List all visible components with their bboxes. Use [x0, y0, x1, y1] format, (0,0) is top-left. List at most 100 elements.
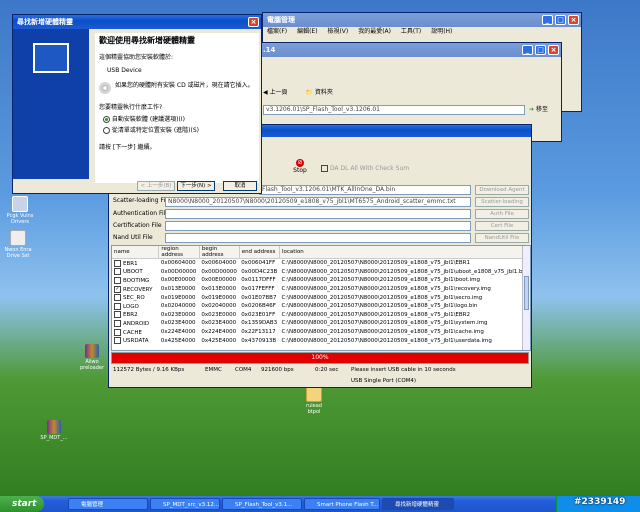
region-address: 0x00D00000	[160, 268, 197, 275]
partition-name: SEC_RO	[123, 295, 145, 302]
option-manual-install[interactable]: 從清單或特定位置安裝 (進階)(S)	[103, 125, 251, 134]
download-agent-field[interactable]: Flash_Tool_v3.1206.01\MTK_AllInOne_DA.bi…	[259, 185, 471, 195]
option-auto-install[interactable]: 自動安裝軟體 (建議選項)(I)	[103, 114, 251, 123]
region-address: 0x023E0000	[160, 311, 196, 318]
checkbox-icon	[321, 165, 328, 172]
checkbox-icon[interactable]	[114, 294, 121, 302]
checkbox-icon[interactable]	[114, 268, 121, 276]
scatter-loading-button[interactable]: Scatter-loading	[475, 197, 529, 207]
checkbox-icon[interactable]	[114, 328, 121, 336]
desktop-icon-5[interactable]: rulead btpol	[294, 386, 334, 415]
minimize-button[interactable]: _	[542, 15, 553, 25]
location: C:\N8000\N8000_20120507\N8000\20120509_e…	[281, 320, 488, 327]
checkbox-icon[interactable]	[114, 259, 121, 267]
table-row[interactable]: EBR1 0x00604000 0x00604000 0x006041FF C:\N80…	[112, 259, 530, 268]
desktop-icon-4[interactable]: SP_MDT_...	[34, 420, 74, 441]
region-address: 0x425E4000	[160, 337, 196, 344]
auth-file-button[interactable]: Auth File	[475, 209, 529, 219]
table-row[interactable]: USRDATA 0x425E4000 0x425E4000 0x4370913B C:\…	[112, 336, 530, 345]
scroll-thumb[interactable]	[524, 276, 529, 310]
close-button[interactable]: ×	[248, 17, 259, 27]
cert-field[interactable]	[165, 221, 471, 231]
address-bar[interactable]: v3.1206.01\SP_Flash_Tool_v3.1206.01	[263, 105, 525, 115]
auth-field[interactable]	[165, 209, 471, 219]
table-row[interactable]: EBR2 0x023E0000 0x023E0000 0x023E01FF C:\N80…	[112, 311, 530, 320]
table-row[interactable]: ✓ RECOVERY 0x013E0000 0x013E0000 0x017FEFFF C…	[112, 285, 530, 294]
menu-favorites[interactable]: 我的最愛(A)	[358, 28, 391, 35]
location: C:\N8000\N8000_20120507\N8000\20120509_e…	[281, 260, 470, 267]
radio-selected-icon[interactable]	[103, 116, 110, 123]
col-begin[interactable]: begin address	[199, 246, 240, 259]
taskbar-item-sp-mdt[interactable]: SP_MDT_src_v3.12...	[150, 498, 220, 510]
table-row[interactable]: ANDROID 0x023E4000 0x023E4000 0x1359DAB3 C:\…	[112, 319, 530, 328]
nand-field[interactable]	[165, 233, 471, 243]
menu-help[interactable]: 說明(H)	[431, 28, 452, 35]
menu-view[interactable]: 檢視(V)	[327, 28, 348, 35]
col-name[interactable]: name	[112, 246, 160, 259]
back-button[interactable]: < 上一步(B)	[137, 181, 175, 191]
go-button[interactable]: ➔ 移至	[529, 105, 548, 115]
nand-label: Nand Util File	[113, 234, 153, 241]
folders-button[interactable]: 📁 資料夾	[305, 89, 340, 96]
partition-name: ANDROID	[123, 320, 150, 327]
cancel-button[interactable]: 取消	[223, 181, 257, 191]
vertical-scrollbar[interactable]	[522, 246, 530, 350]
next-button[interactable]: 下一步(N) >	[177, 181, 215, 191]
begin-address: 0x224E4000	[201, 329, 237, 336]
checkbox-icon[interactable]	[114, 337, 121, 345]
stop-button[interactable]: ⊘ Stop	[289, 159, 311, 174]
menu-tools[interactable]: 工具(T)	[401, 28, 421, 35]
taskbar-item-flash-tool[interactable]: Smart Phone Flash T...	[304, 498, 380, 510]
location: C:\N8000\N8000_20120507\N8000\20120509_e…	[281, 311, 470, 318]
begin-address: 0x02040000	[201, 303, 237, 310]
device-name: USB Device	[107, 67, 142, 74]
desktop-icon-3[interactable]: Aliwo preloader	[72, 344, 112, 371]
start-button[interactable]: start	[0, 496, 44, 512]
window-titlebar: 尋找新增硬體精靈 ×	[13, 15, 261, 29]
partition-name: EBR2	[123, 312, 138, 319]
checkbox-icon[interactable]	[114, 276, 121, 284]
maximize-button[interactable]: □	[555, 15, 566, 25]
checkbox-icon[interactable]	[114, 302, 121, 310]
col-location[interactable]: location	[279, 246, 530, 259]
minimize-button[interactable]: _	[522, 45, 533, 55]
download-agent-button[interactable]: Download Agent	[475, 185, 529, 195]
location: C:\N8000\N8000_20120507\N8000\20120509_e…	[281, 303, 478, 310]
end-address: 0x00D4C23B	[241, 268, 278, 275]
menu-file[interactable]: 檔案(F)	[267, 28, 287, 35]
close-button[interactable]: ×	[568, 15, 579, 25]
nand-util-button[interactable]: NandUtil File	[475, 233, 529, 243]
scatter-field[interactable]: N8000\N8000_20120507\N8000\20120509_e180…	[165, 197, 471, 207]
checkbox-icon[interactable]	[114, 311, 121, 319]
back-button[interactable]: ◀ 上一頁	[263, 89, 296, 96]
table-row[interactable]: BOOTIMG 0x00E00000 0x00E00000 0x0117DFFF C:\…	[112, 276, 530, 285]
menu-edit[interactable]: 編輯(E)	[297, 28, 317, 35]
desktop: { "desktop": { "icons": [ {"label": "Pcg…	[0, 0, 640, 512]
begin-address: 0x023E0000	[201, 311, 237, 318]
desktop-icon-2[interactable]: Nwon Enra Drive Sst	[0, 230, 38, 259]
table-row[interactable]: SEC_RO 0x019E0000 0x019E0000 0x01E07BB7 C:\N…	[112, 293, 530, 302]
taskbar-item-computer-management[interactable]: 電腦管理	[68, 498, 148, 510]
checkbox-checked-icon[interactable]: ✓	[114, 285, 121, 293]
taskbar-item-flash-tool-folder[interactable]: SP_Flash_Tool_v3.1...	[222, 498, 302, 510]
radio-icon[interactable]	[103, 127, 110, 134]
desktop-icon-1[interactable]: Pcgk Vulns Drivers	[0, 196, 40, 225]
begin-address: 0x00604000	[201, 260, 237, 267]
location: C:\N8000\N8000_20120507\N8000\20120509_e…	[281, 294, 483, 301]
col-end[interactable]: end address	[239, 246, 280, 259]
end-address: 0x0206B46F	[241, 303, 276, 310]
table-row[interactable]: UBOOT 0x00D00000 0x00D00000 0x00D4C23B C:\N8…	[112, 268, 530, 277]
close-button[interactable]: ×	[548, 45, 559, 55]
da-dl-checksum-checkbox[interactable]: DA DL All With Check Sum	[321, 165, 409, 172]
menu-bar: 檔案(F) 編輯(E) 檢視(V) 我的最愛(A) 工具(T) 說明(H)	[263, 27, 581, 37]
table-row[interactable]: CACHE 0x224E4000 0x224E4000 0x22F13117 C:\N8…	[112, 328, 530, 337]
maximize-button[interactable]: □	[535, 45, 546, 55]
taskbar-item-hardware-wizard[interactable]: 尋找新增硬體精靈	[382, 498, 454, 510]
checkbox-icon[interactable]	[114, 319, 121, 327]
partition-list[interactable]: name region address begin address end ad…	[111, 245, 531, 351]
cert-file-button[interactable]: Cert File	[475, 221, 529, 231]
begin-address: 0x00D00000	[201, 268, 237, 275]
table-row[interactable]: LOGO 0x02040000 0x02040000 0x0206B46F C:\N80…	[112, 302, 530, 311]
col-region[interactable]: region address	[158, 246, 200, 259]
region-address: 0x224E4000	[160, 329, 196, 336]
